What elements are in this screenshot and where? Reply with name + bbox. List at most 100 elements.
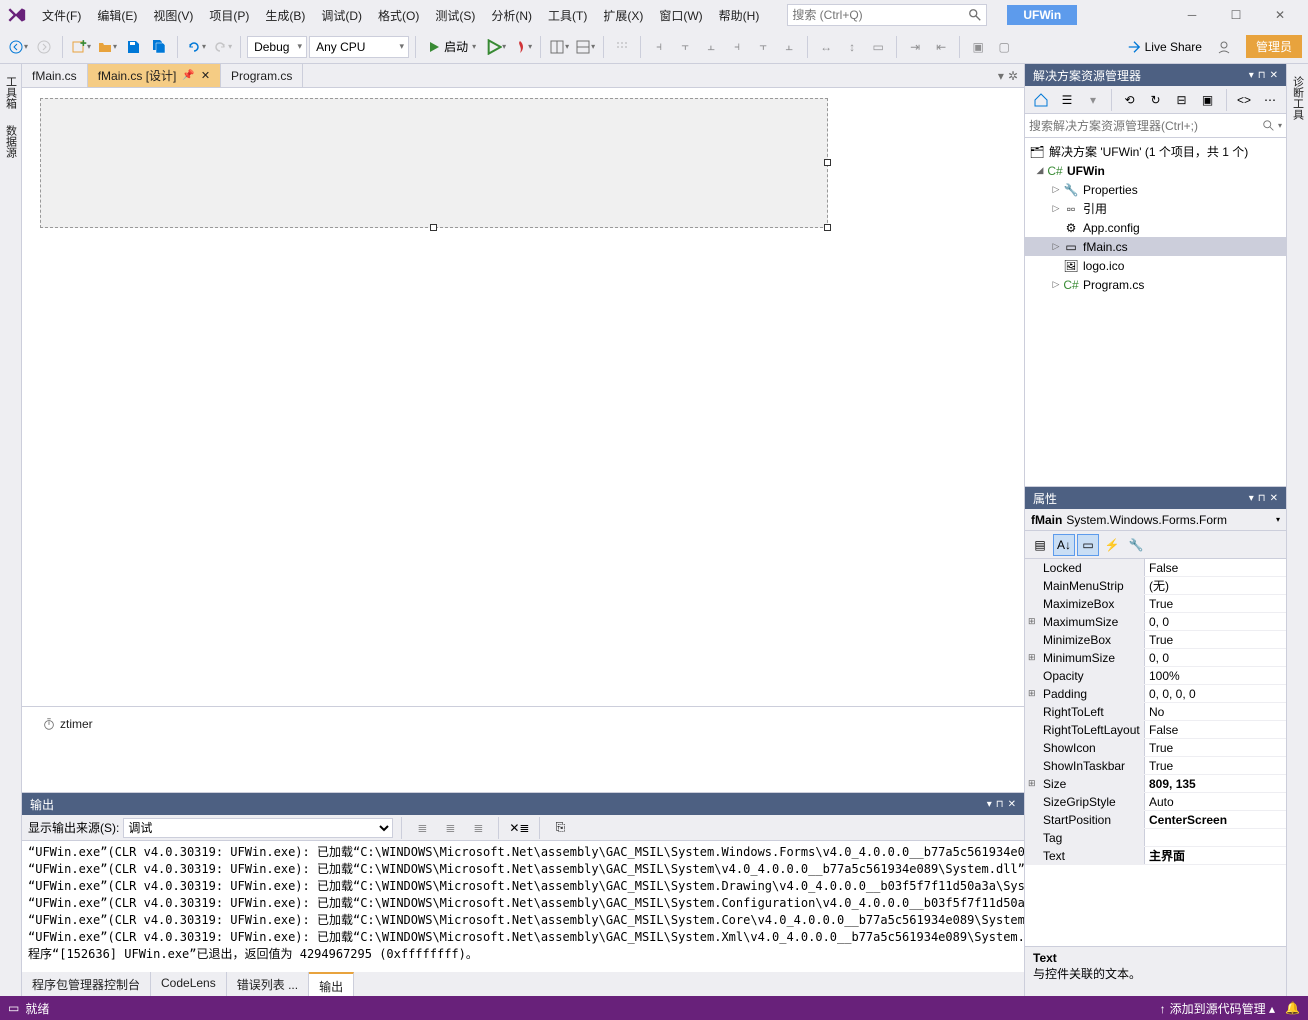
property-row[interactable]: RightToLeftNo: [1025, 703, 1286, 721]
tab-overflow-icon[interactable]: ▾: [998, 69, 1004, 83]
panel-dropdown-icon[interactable]: ▾: [987, 799, 992, 810]
output-source-select[interactable]: 调试: [123, 818, 393, 838]
prop-object-selector[interactable]: fMain System.Windows.Forms.Form ▾: [1025, 509, 1286, 531]
property-row[interactable]: Opacity100%: [1025, 667, 1286, 685]
menu-analyze[interactable]: 分析(N): [483, 3, 540, 28]
menu-build[interactable]: 生成(B): [257, 3, 313, 28]
align-right[interactable]: ⫠: [699, 35, 723, 59]
property-row[interactable]: MainMenuStrip(无): [1025, 577, 1286, 595]
menu-edit[interactable]: 编辑(E): [89, 3, 145, 28]
property-row[interactable]: ⊞Size809, 135: [1025, 775, 1286, 793]
property-row[interactable]: LockedFalse: [1025, 559, 1286, 577]
prop-categorized[interactable]: ▤: [1029, 534, 1051, 556]
sln-sync-button[interactable]: ⟲: [1118, 88, 1142, 112]
layout-btn-2[interactable]: ▾: [573, 35, 597, 59]
toolbox-tab[interactable]: 工具箱: [1, 70, 21, 115]
sln-switch-view[interactable]: ☰: [1055, 88, 1079, 112]
menu-test[interactable]: 测试(S): [427, 3, 483, 28]
tab-output[interactable]: 输出: [309, 972, 354, 996]
layout-btn-1[interactable]: ▾: [547, 35, 571, 59]
panel-pin-icon[interactable]: ⊓: [1258, 70, 1266, 81]
pin-icon[interactable]: 📌: [182, 70, 194, 81]
property-row[interactable]: ShowIconTrue: [1025, 739, 1286, 757]
sln-pending[interactable]: ▾: [1081, 88, 1105, 112]
panel-pin-icon[interactable]: ⊓: [1258, 493, 1266, 504]
output-toggle[interactable]: ⎘: [548, 816, 572, 840]
align-center-h[interactable]: ⫟: [673, 35, 697, 59]
property-row[interactable]: MaximizeBoxTrue: [1025, 595, 1286, 613]
tree-properties[interactable]: ▷🔧Properties: [1025, 180, 1286, 199]
property-row[interactable]: Tag: [1025, 829, 1286, 847]
sln-search-input[interactable]: [1029, 119, 1262, 133]
new-project-button[interactable]: ✚▾: [69, 35, 93, 59]
output-goto-prev[interactable]: ≣: [410, 816, 434, 840]
nav-fwd-button[interactable]: [32, 35, 56, 59]
menu-debug[interactable]: 调试(D): [313, 3, 370, 28]
sln-showall-button[interactable]: ▣: [1196, 88, 1220, 112]
close-tab-icon[interactable]: ✕: [201, 69, 210, 82]
bring-front[interactable]: ▣: [966, 35, 990, 59]
menu-view[interactable]: 视图(V): [145, 3, 201, 28]
tab-errorlist[interactable]: 错误列表 ...: [227, 972, 309, 996]
diagnostic-tools-tab[interactable]: 诊断工具: [1288, 70, 1308, 126]
align-middle[interactable]: ⫟: [751, 35, 775, 59]
align-top[interactable]: ⫞: [725, 35, 749, 59]
panel-close-icon[interactable]: ✕: [1270, 493, 1278, 504]
property-row[interactable]: RightToLeftLayoutFalse: [1025, 721, 1286, 739]
menu-tools[interactable]: 工具(T): [540, 3, 595, 28]
panel-pin-icon[interactable]: ⊓: [996, 799, 1004, 810]
tree-program[interactable]: ▷C#Program.cs: [1025, 275, 1286, 294]
tab-fmain-cs[interactable]: fMain.cs: [22, 64, 88, 87]
property-row[interactable]: SizeGripStyleAuto: [1025, 793, 1286, 811]
align-grid[interactable]: [610, 35, 634, 59]
global-search-input[interactable]: [792, 8, 968, 22]
tab-program-cs[interactable]: Program.cs: [221, 64, 303, 87]
prop-messages[interactable]: 🔧: [1125, 534, 1147, 556]
notifications-icon[interactable]: 🔔: [1285, 1001, 1300, 1015]
open-file-button[interactable]: ▾: [95, 35, 119, 59]
tab-fmain-design[interactable]: fMain.cs [设计]📌✕: [88, 64, 221, 87]
menu-window[interactable]: 窗口(W): [651, 3, 710, 28]
prop-events[interactable]: ⚡: [1101, 534, 1123, 556]
prop-alphabetical[interactable]: A↓: [1053, 534, 1075, 556]
property-row[interactable]: ⊞Padding0, 0, 0, 0: [1025, 685, 1286, 703]
align-bottom[interactable]: ⫠: [777, 35, 801, 59]
menu-extensions[interactable]: 扩展(X): [595, 3, 651, 28]
menu-help[interactable]: 帮助(H): [711, 3, 768, 28]
form-canvas[interactable]: [40, 98, 828, 228]
space-inc[interactable]: ⇥: [903, 35, 927, 59]
platform-dropdown[interactable]: Any CPU: [309, 36, 409, 58]
tree-references[interactable]: ▷▫▫引用: [1025, 199, 1286, 218]
tray-ztimer[interactable]: ztimer: [42, 717, 93, 731]
property-grid[interactable]: LockedFalseMainMenuStrip(无)MaximizeBoxTr…: [1025, 559, 1286, 946]
save-all-button[interactable]: [147, 35, 171, 59]
minimize-button[interactable]: ─: [1170, 1, 1214, 29]
output-content[interactable]: “UFWin.exe”(CLR v4.0.30319: UFWin.exe): …: [22, 841, 1024, 972]
output-wordwrap[interactable]: ✕≣: [507, 816, 531, 840]
output-header[interactable]: 输出 ▾⊓✕: [22, 793, 1024, 815]
panel-dropdown-icon[interactable]: ▾: [1249, 493, 1254, 504]
property-row[interactable]: ⊞MinimumSize0, 0: [1025, 649, 1286, 667]
tree-solution[interactable]: 🗂解决方案 'UFWin' (1 个项目，共 1 个): [1025, 142, 1286, 161]
start-debug-button[interactable]: 启动 ▾: [422, 38, 482, 55]
sln-home-button[interactable]: [1029, 88, 1053, 112]
sln-properties-button[interactable]: <>: [1232, 88, 1256, 112]
property-row[interactable]: StartPositionCenterScreen: [1025, 811, 1286, 829]
sln-tree[interactable]: 🗂解决方案 'UFWin' (1 个项目，共 1 个) ◢C#UFWin ▷🔧P…: [1025, 138, 1286, 486]
menu-project[interactable]: 项目(P): [201, 3, 257, 28]
status-add-source-control[interactable]: ↑添加到源代码管理 ▴: [1160, 1000, 1275, 1017]
menu-format[interactable]: 格式(O): [370, 3, 427, 28]
space-dec[interactable]: ⇤: [929, 35, 953, 59]
start-no-debug-button[interactable]: ▾: [484, 35, 508, 59]
redo-button[interactable]: ▾: [210, 35, 234, 59]
form-designer[interactable]: [22, 88, 1024, 706]
prop-properties[interactable]: ▭: [1077, 534, 1099, 556]
tree-logo[interactable]: 🖼logo.ico: [1025, 256, 1286, 275]
output-goto-next[interactable]: ≣: [438, 816, 462, 840]
align-left[interactable]: ⫞: [647, 35, 671, 59]
property-row[interactable]: Text主界面: [1025, 847, 1286, 865]
output-clear[interactable]: ≣: [466, 816, 490, 840]
undo-button[interactable]: ▾: [184, 35, 208, 59]
size-same[interactable]: ▭: [866, 35, 890, 59]
tree-project[interactable]: ◢C#UFWin: [1025, 161, 1286, 180]
